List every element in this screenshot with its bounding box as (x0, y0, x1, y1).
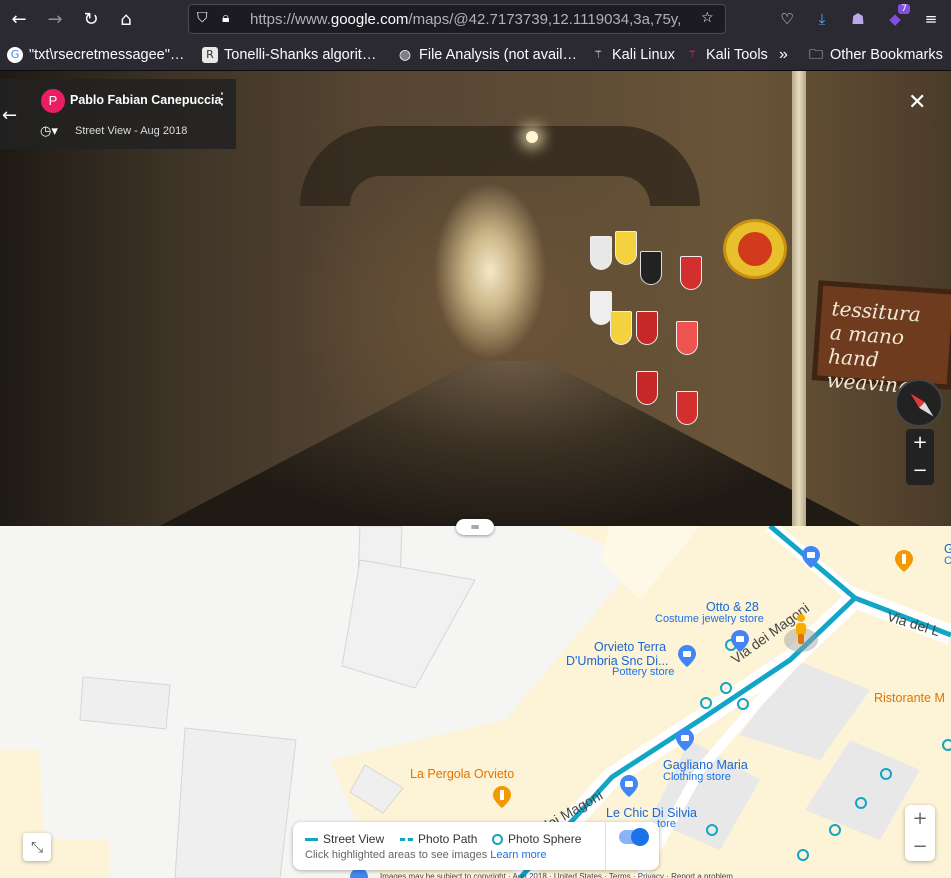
url-bar[interactable]: ⛉ 🔒︎ https://www.google.com/maps/@42.717… (188, 4, 726, 34)
legend-street-view: Street View (305, 832, 384, 846)
divider (605, 822, 606, 870)
page-icon: R (202, 47, 218, 63)
reload-icon[interactable]: ↻ (77, 5, 105, 33)
bookmarks-overflow-button[interactable]: » (779, 45, 788, 65)
pocket-icon[interactable]: ♡ (774, 6, 800, 32)
more-options-icon[interactable]: ⋮ (214, 89, 230, 108)
pegman-icon[interactable] (794, 614, 808, 644)
restaurant-pin-icon[interactable] (493, 786, 511, 808)
zoom-in-icon[interactable]: + (906, 429, 934, 457)
shield-decoration (610, 311, 632, 345)
street-view-date: Street View - Aug 2018 (75, 125, 188, 137)
bookmarks-bar: G "txt\rsecretmessagee"… R Tonelli-Shank… (0, 39, 951, 71)
shopping-pin-icon[interactable] (676, 729, 694, 751)
line-swatch-icon (305, 838, 318, 842)
google-icon: G (7, 47, 23, 63)
dashed-line-icon (400, 838, 413, 842)
shield-decoration (676, 321, 698, 355)
bookmark-item[interactable]: ◍ File Analysis (not avail… (397, 45, 577, 65)
street-view-info-card: ← P Pablo Fabian Canepuccia ⋮ ◷▾ Street … (0, 79, 236, 149)
bookmark-star-icon[interactable]: ☆ (701, 10, 714, 26)
extension-ghost-icon[interactable]: ☗ (845, 6, 871, 32)
footprint (174, 727, 297, 878)
home-icon[interactable]: ⌂ (112, 5, 140, 33)
shield-decoration (636, 371, 658, 405)
shield-decoration (590, 236, 612, 270)
shield-decoration (615, 231, 637, 265)
place-name[interactable]: G (944, 542, 951, 556)
back-icon[interactable]: ← (5, 5, 33, 33)
footprint (79, 676, 171, 730)
shopping-pin-icon[interactable] (678, 645, 696, 667)
legend-hint: Click highlighted areas to see images Le… (305, 849, 547, 861)
map-zoom-out-icon[interactable]: − (905, 833, 935, 861)
legend-photo-sphere: Photo Sphere (492, 832, 581, 846)
browser-toolbar: ← → ↻ ⌂ ⛉ 🔒︎ https://www.google.com/maps… (0, 0, 951, 39)
shield-decoration (590, 291, 612, 325)
kali-tools-icon: ⚚ (687, 48, 697, 61)
shield-decoration (636, 311, 658, 345)
cobblestone-street (150, 361, 870, 526)
collapse-map-icon[interactable]: ⤡ (23, 833, 51, 861)
street-view-layer-toggle[interactable] (619, 828, 649, 846)
archway (300, 126, 700, 206)
extension-icon[interactable]: ◆ 7 (882, 4, 910, 32)
learn-more-link[interactable]: Learn more (490, 849, 546, 861)
street-view-zoom: + − (906, 429, 934, 485)
map-zoom-control: + − (905, 805, 935, 861)
place-name[interactable]: La Pergola Orvieto (410, 767, 514, 781)
place-name[interactable]: Gagliano Maria (663, 758, 748, 772)
shopping-pin-icon[interactable] (620, 775, 638, 797)
zoom-out-icon[interactable]: − (906, 457, 934, 485)
shield-icon[interactable]: ⛉ (197, 10, 208, 26)
map-footer: Images may be subject to copyright · Aug… (380, 872, 733, 878)
photo-author[interactable]: Pablo Fabian Canepuccia (70, 93, 221, 107)
street-view-legend: Street View Photo Path Photo Sphere Clic… (293, 822, 659, 870)
bookmark-item[interactable]: ⚚ Kali Tools (684, 45, 768, 65)
street-lamp (526, 131, 538, 143)
history-clock-icon[interactable]: ◷▾ (40, 124, 58, 139)
compass-icon[interactable] (895, 379, 943, 427)
round-emblem (723, 219, 787, 279)
close-icon[interactable]: ✕ (908, 90, 926, 115)
shopping-pin-icon[interactable] (731, 630, 749, 652)
place-type: Costume jewelry store (655, 613, 764, 625)
shield-decoration (680, 256, 702, 290)
hand-weaving-sign: tessitura a mano hand weaving (811, 280, 951, 398)
place-name[interactable]: Ristorante M (874, 691, 945, 705)
place-name[interactable]: C (944, 555, 951, 567)
menu-icon[interactable]: ≡ (918, 6, 944, 32)
shield-decoration (640, 251, 662, 285)
bookmark-item[interactable]: R Tonelli-Shanks algorit… (202, 45, 376, 65)
footprint (341, 559, 476, 689)
place-name[interactable]: Otto & 28 (706, 600, 759, 614)
download-icon[interactable]: ⤓ (809, 6, 835, 32)
extension-badge: 7 (898, 4, 910, 14)
shopping-pin-icon[interactable] (802, 546, 820, 568)
panel-resize-handle[interactable]: ═ (456, 519, 494, 535)
bookmark-item[interactable]: G "txt\rsecretmessagee"… (7, 45, 184, 65)
other-bookmarks[interactable]: 🗀 Other Bookmarks (808, 45, 943, 65)
lock-icon[interactable]: 🔒︎ (222, 10, 229, 26)
restaurant-pin-icon[interactable] (895, 550, 913, 572)
url-text[interactable]: https://www.google.com/maps/@42.7173739,… (250, 11, 680, 28)
drainpipe (792, 71, 806, 526)
shield-decoration (676, 391, 698, 425)
bookmark-item[interactable]: ⚚ Kali Linux (590, 45, 675, 65)
kali-icon: ⚚ (593, 48, 603, 61)
back-to-map-icon[interactable]: ← (2, 105, 17, 126)
place-type: Pottery store (612, 666, 675, 678)
forward-icon[interactable]: → (41, 5, 69, 33)
map-zoom-in-icon[interactable]: + (905, 805, 935, 833)
place-type: Clothing store (663, 771, 731, 783)
place-name[interactable]: Orvieto Terra (594, 640, 666, 654)
folder-icon: 🗀 (809, 47, 823, 63)
avatar[interactable]: P (41, 89, 65, 113)
legend-photo-path: Photo Path (400, 832, 477, 846)
globe-icon: ◍ (398, 47, 412, 63)
circle-icon (492, 834, 503, 846)
building-block (0, 840, 110, 878)
